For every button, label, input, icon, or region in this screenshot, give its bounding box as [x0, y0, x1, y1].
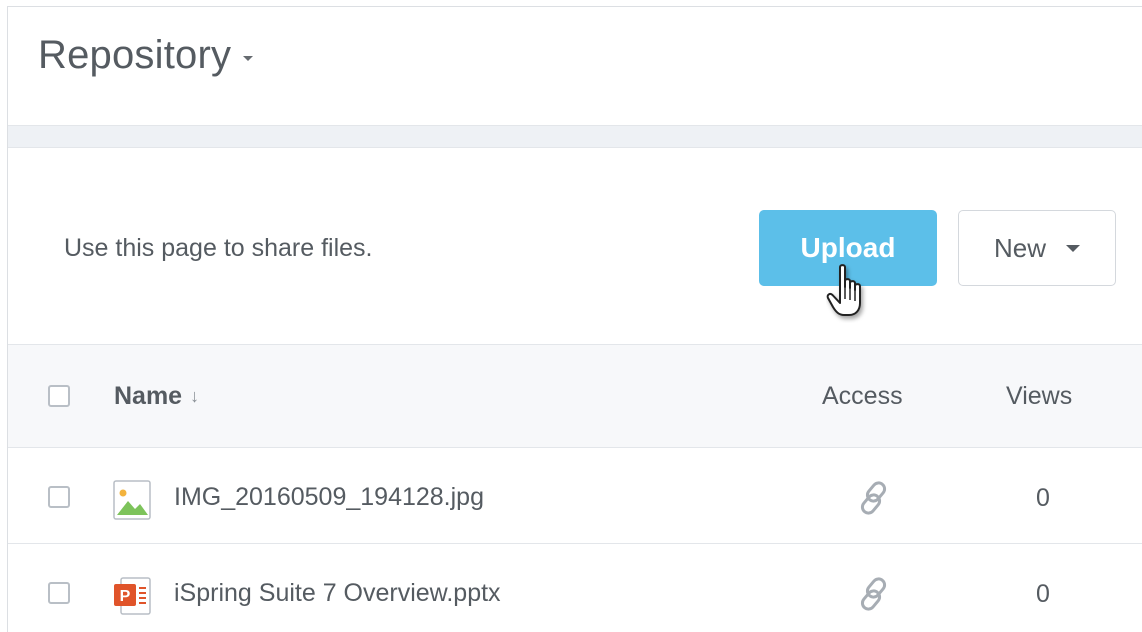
file-name-link: iSpring Suite 7 Overview.pptx [174, 579, 501, 607]
repository-panel: Repository Use this page to share files.… [7, 6, 1142, 632]
link-icon[interactable] [854, 478, 894, 518]
page-title: Repository [38, 33, 232, 77]
table-row[interactable]: IMG_20160509_194128.jpg 0 [8, 448, 1142, 544]
upload-button-label: Upload [800, 232, 896, 263]
hand-pointer-cursor-icon [826, 264, 861, 316]
powerpoint-file-icon: P [114, 577, 151, 615]
new-dropdown-button[interactable]: New [958, 210, 1116, 286]
column-header-views: Views [1006, 382, 1073, 410]
action-bar: Use this page to share files. Upload New [8, 148, 1142, 345]
svg-text:P: P [120, 588, 131, 605]
header-divider-band [8, 126, 1142, 148]
views-count: 0 [1036, 484, 1050, 512]
caret-down-icon [243, 56, 254, 61]
caret-down-icon [1066, 244, 1080, 252]
file-name-link: IMG_20160509_194128.jpg [174, 483, 484, 511]
sort-down-arrow-icon: ↓ [190, 386, 200, 406]
new-button-label: New [993, 232, 1046, 263]
table-row[interactable]: P iSpring Suite 7 Overview.pptx 0 [8, 544, 1142, 632]
column-header-access: Access [822, 382, 903, 410]
row-checkbox[interactable] [48, 486, 70, 508]
image-file-icon [113, 480, 151, 520]
table-header: Name ↓ Access Views [8, 345, 1142, 448]
column-header-name[interactable]: Name ↓ [114, 382, 199, 411]
share-description: Use this page to share files. [64, 234, 373, 262]
page-header: Repository [8, 7, 1142, 126]
link-icon[interactable] [854, 574, 894, 614]
row-checkbox[interactable] [48, 582, 70, 604]
column-name-label: Name [114, 382, 183, 410]
select-all-checkbox[interactable] [48, 385, 70, 407]
views-count: 0 [1036, 580, 1050, 608]
repository-title-dropdown[interactable]: Repository [38, 33, 254, 78]
